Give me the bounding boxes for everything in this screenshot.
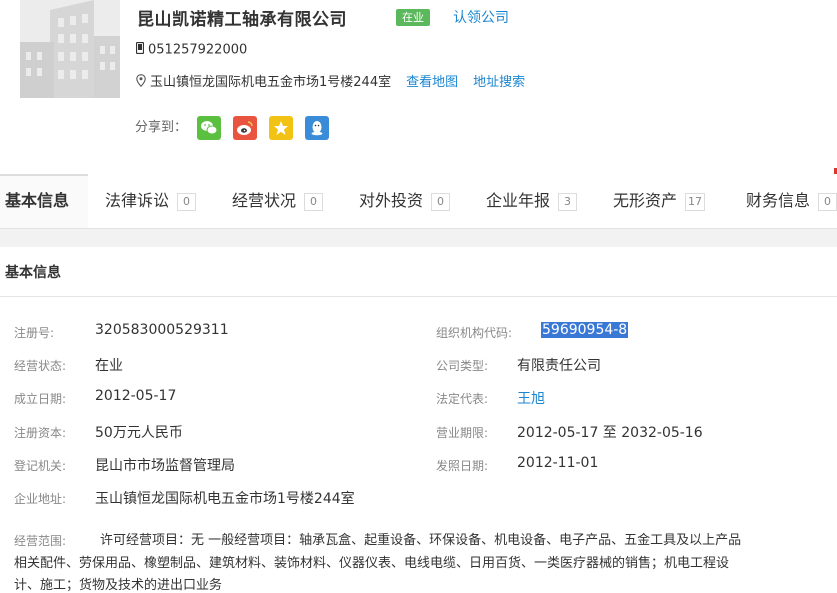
issue-date-value: 2012-11-01 bbox=[517, 455, 599, 471]
status-badge: 在业 bbox=[396, 9, 430, 26]
share-label: 分享到： bbox=[135, 120, 188, 135]
tab-basic-info[interactable]: 基本信息 bbox=[0, 174, 88, 228]
legal-rep-label: 法定代表: bbox=[436, 392, 489, 406]
weibo-icon bbox=[237, 121, 253, 135]
company-address: 玉山镇恒龙国际机电五金市场1号楼244室 bbox=[150, 75, 392, 90]
tab-investment[interactable]: 对外投资 0 bbox=[359, 174, 451, 228]
legal-rep-link[interactable]: 王旭 bbox=[517, 388, 545, 408]
scope-label: 经营范围: bbox=[14, 534, 67, 548]
authority-label: 登记机关: bbox=[14, 459, 67, 473]
star-icon bbox=[274, 121, 288, 135]
founded-label: 成立日期: bbox=[14, 392, 67, 406]
tab-annual-report[interactable]: 企业年报 3 bbox=[486, 174, 578, 228]
qq-share-button[interactable] bbox=[305, 116, 329, 140]
scope-text-line-2: 相关配件、劳保用品、橡塑制品、建筑材料、装饰材料、仪器仪表、电线电缆、日用百货、… bbox=[14, 556, 730, 571]
section-gap bbox=[0, 229, 837, 247]
company-type-label: 公司类型: bbox=[436, 359, 489, 373]
building-icon bbox=[20, 0, 120, 98]
capital-label: 注册资本: bbox=[14, 426, 67, 440]
company-type-value: 有限责任公司 bbox=[517, 358, 601, 374]
company-name: 昆山凯诺精工轴承有限公司 bbox=[137, 10, 347, 30]
op-status-label: 经营状态: bbox=[14, 359, 67, 373]
address-row: 玉山镇恒龙国际机电五金市场1号楼244室 查看地图 地址搜索 bbox=[136, 71, 525, 91]
reg-no-value: 320583000529311 bbox=[95, 322, 229, 338]
scope-text-line-1: 许可经营项目：无 一般经营项目：轴承瓦盒、起重设备、环保设备、机电设备、电子产品… bbox=[100, 533, 742, 548]
view-map-link[interactable]: 查看地图 bbox=[406, 75, 458, 90]
tab-bar: 基本信息 法律诉讼 0 经营状况 0 对外投资 0 企业年报 3 无形资产 17 财务信息… bbox=[0, 174, 837, 229]
capital-value: 50万元人民币 bbox=[95, 425, 183, 441]
qq-penguin-icon bbox=[311, 121, 323, 136]
wechat-icon bbox=[201, 121, 218, 135]
address-value: 玉山镇恒龙国际机电五金市场1号楼244室 bbox=[95, 491, 355, 507]
section-header bbox=[0, 247, 837, 297]
weibo-share-button[interactable] bbox=[233, 116, 257, 140]
phone-icon bbox=[135, 41, 145, 58]
org-code-value: 59690954-8 bbox=[541, 322, 629, 338]
tab-operations[interactable]: 经营状况 0 bbox=[232, 174, 324, 228]
claim-company-link[interactable]: 认领公司 bbox=[453, 7, 509, 27]
section-title: 基本信息 bbox=[5, 265, 61, 281]
qzone-share-button[interactable] bbox=[269, 116, 293, 140]
tab-financial[interactable]: 财务信息 0 bbox=[746, 174, 837, 228]
tab-intangible-assets[interactable]: 无形资产 17 bbox=[613, 174, 706, 228]
address-label: 企业地址: bbox=[14, 492, 67, 506]
scope-text-line-3: 计、施工；货物及技术的进出口业务 bbox=[14, 578, 223, 593]
org-code-label: 组织机构代码: bbox=[436, 326, 513, 340]
company-logo bbox=[20, 0, 120, 98]
op-status-value: 在业 bbox=[95, 358, 123, 374]
wechat-share-button[interactable] bbox=[197, 116, 221, 140]
phone-row: 051257922000 bbox=[135, 41, 248, 58]
location-pin-icon bbox=[136, 74, 146, 91]
founded-value: 2012-05-17 bbox=[95, 388, 177, 404]
reg-no-label: 注册号: bbox=[14, 326, 55, 340]
tab-legal[interactable]: 法律诉讼 0 bbox=[105, 174, 197, 228]
term-label: 营业期限: bbox=[436, 426, 489, 440]
term-value: 2012-05-17 至 2032-05-16 bbox=[517, 425, 703, 441]
phone-number: 051257922000 bbox=[148, 42, 248, 58]
issue-date-label: 发照日期: bbox=[436, 459, 489, 473]
authority-value: 昆山市市场监督管理局 bbox=[95, 458, 235, 474]
address-search-link[interactable]: 地址搜索 bbox=[473, 75, 525, 90]
